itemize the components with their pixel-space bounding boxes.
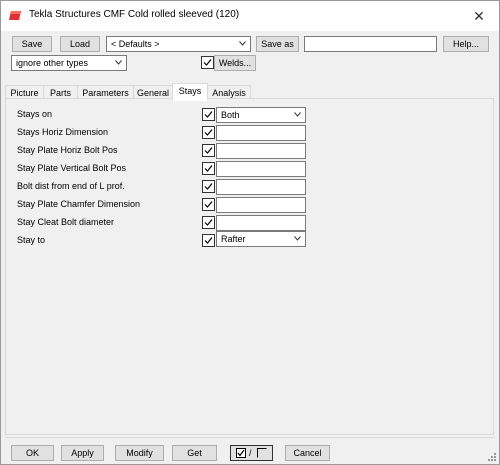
stay-to-label: Stay to: [17, 235, 46, 245]
bolt-dist-from-end-label: Bolt dist from end of L prof.: [17, 181, 125, 191]
dialog-window: Tekla Structures CMF Cold rolled sleeved…: [0, 0, 500, 465]
bolt-dist-from-end-input[interactable]: [216, 179, 306, 195]
stays-on-checkbox[interactable]: [202, 108, 215, 121]
resize-grip-icon[interactable]: [487, 452, 497, 462]
stay-to-select[interactable]: Rafter: [216, 231, 306, 247]
chevron-down-icon: [294, 236, 301, 241]
bolt-dist-from-end-checkbox[interactable]: [202, 180, 215, 193]
load-button[interactable]: Load: [60, 36, 100, 52]
attributes-select-value: < Defaults >: [111, 39, 160, 49]
stays-horiz-dimension-label: Stays Horiz Dimension: [17, 127, 109, 137]
filter-select-value: ignore other types: [16, 58, 89, 68]
stay-to-checkbox[interactable]: [202, 234, 215, 247]
stay-cleat-bolt-diameter-checkbox[interactable]: [202, 216, 215, 229]
stays-horiz-dimension-input[interactable]: [216, 125, 306, 141]
chevron-down-icon: [115, 60, 122, 65]
tekla-app-icon: [9, 11, 21, 20]
stay-plate-vertical-bolt-pos-input[interactable]: [216, 161, 306, 177]
attributes-select[interactable]: < Defaults >: [106, 36, 251, 52]
check-icon: [204, 147, 213, 154]
stay-plate-chamfer-dimension-label: Stay Plate Chamfer Dimension: [17, 199, 141, 209]
check-icon: [204, 183, 213, 190]
toggle-all-button[interactable]: /: [230, 445, 273, 461]
stay-plate-horiz-bolt-pos-input[interactable]: [216, 143, 306, 159]
toggle-separator: /: [249, 448, 252, 458]
stays-on-select-value: Both: [221, 110, 240, 120]
filter-select[interactable]: ignore other types: [11, 55, 127, 71]
modify-button[interactable]: Modify: [115, 445, 164, 461]
stay-cleat-bolt-diameter-label: Stay Cleat Bolt diameter: [17, 217, 115, 227]
stays-on-label: Stays on: [17, 109, 53, 119]
unchecked-box-icon: [257, 448, 267, 458]
help-button[interactable]: Help...: [443, 36, 489, 52]
stay-plate-vertical-bolt-pos-checkbox[interactable]: [202, 162, 215, 175]
footer-divider: [5, 437, 495, 438]
tab-bar: Picture Parts Parameters General Stays A…: [5, 83, 495, 101]
apply-button[interactable]: Apply: [61, 445, 104, 461]
save-button[interactable]: Save: [12, 36, 52, 52]
window-title: Tekla Structures CMF Cold rolled sleeved…: [29, 9, 240, 20]
stay-plate-chamfer-dimension-input[interactable]: [216, 197, 306, 213]
cancel-button[interactable]: Cancel: [285, 445, 330, 461]
title-bar[interactable]: Tekla Structures CMF Cold rolled sleeved…: [1, 1, 499, 31]
check-icon: [204, 111, 213, 118]
chevron-down-icon: [239, 41, 246, 46]
check-icon: [204, 129, 213, 136]
check-icon: [203, 59, 212, 66]
get-button[interactable]: Get: [172, 445, 217, 461]
stay-to-select-value: Rafter: [221, 234, 246, 244]
check-icon: [204, 237, 213, 244]
stay-plate-vertical-bolt-pos-label: Stay Plate Vertical Bolt Pos: [17, 163, 127, 173]
stay-cleat-bolt-diameter-input[interactable]: [216, 215, 306, 231]
chevron-down-icon: [294, 112, 301, 117]
stay-plate-horiz-bolt-pos-checkbox[interactable]: [202, 144, 215, 157]
check-icon: [204, 201, 213, 208]
check-icon: [204, 219, 213, 226]
save-as-input[interactable]: [304, 36, 437, 52]
stays-horiz-dimension-checkbox[interactable]: [202, 126, 215, 139]
close-icon: ✕: [473, 8, 485, 24]
save-as-button[interactable]: Save as: [256, 36, 299, 52]
close-button[interactable]: ✕: [459, 1, 499, 31]
checked-box-icon: [236, 448, 246, 458]
stay-plate-chamfer-dimension-checkbox[interactable]: [202, 198, 215, 211]
stays-on-select[interactable]: Both: [216, 107, 306, 123]
check-icon: [204, 165, 213, 172]
ok-button[interactable]: OK: [11, 445, 54, 461]
tab-stays[interactable]: Stays: [172, 83, 208, 101]
welds-button[interactable]: Welds...: [214, 55, 256, 71]
stay-plate-horiz-bolt-pos-label: Stay Plate Horiz Bolt Pos: [17, 145, 118, 155]
welds-checkbox[interactable]: [201, 56, 214, 69]
